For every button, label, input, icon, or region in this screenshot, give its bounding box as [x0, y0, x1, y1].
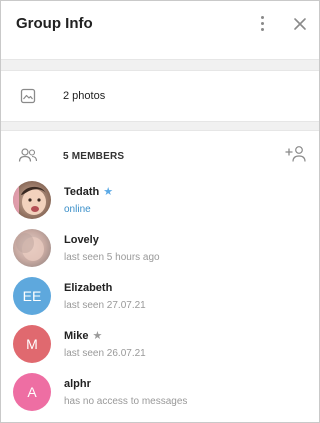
section-divider	[1, 121, 319, 131]
member-item[interactable]: Lovely last seen 5 hours ago	[1, 225, 319, 273]
star-icon: ★	[92, 330, 103, 342]
member-item[interactable]: A alphr has no access to messages	[1, 369, 319, 417]
member-name: Elizabeth	[64, 282, 112, 294]
member-name: Mike ★	[64, 330, 102, 342]
member-name-text: Lovely	[64, 234, 99, 246]
member-item[interactable]: Tedath ★ online	[1, 177, 319, 225]
member-item[interactable]: EE Elizabeth last seen 27.07.21	[1, 273, 319, 321]
member-name-text: Elizabeth	[64, 282, 113, 294]
photo-icon	[20, 88, 36, 104]
close-icon	[294, 18, 306, 30]
member-item[interactable]: M Mike ★ last seen 26.07.21	[1, 321, 319, 369]
avatar-initials: M	[26, 336, 38, 352]
member-status: last seen 26.07.21	[64, 348, 146, 359]
more-dot-icon	[261, 22, 264, 25]
group-info-panel: Group Info 2 photos 5 MEMBERS Tedath ★ o…	[0, 0, 320, 423]
more-options-button[interactable]	[256, 14, 270, 34]
member-status: last seen 5 hours ago	[64, 252, 160, 263]
photos-count-label: 2 photos	[63, 90, 106, 102]
avatar: A	[13, 373, 51, 411]
avatar-photo-icon	[13, 229, 51, 267]
member-status: last seen 27.07.21	[64, 300, 146, 311]
star-icon: ★	[103, 186, 114, 198]
member-name-text: Mike	[64, 330, 89, 342]
more-dot-icon	[261, 28, 264, 31]
member-name-text: Tedath	[64, 186, 100, 198]
page-title: Group Info	[16, 15, 93, 32]
member-name: alphr	[64, 378, 91, 390]
member-status: online	[64, 204, 91, 215]
avatar: M	[13, 325, 51, 363]
avatar-initials: EE	[22, 288, 42, 304]
avatar-photo-icon	[13, 181, 51, 219]
shared-photos-row[interactable]: 2 photos	[1, 71, 319, 121]
avatar-initials: A	[27, 384, 37, 400]
member-status: has no access to messages	[64, 396, 188, 407]
member-name-text: alphr	[64, 378, 91, 390]
more-dot-icon	[261, 16, 264, 19]
add-member-button[interactable]	[285, 145, 307, 163]
members-icon	[18, 148, 38, 162]
close-button[interactable]	[292, 16, 308, 32]
add-user-icon	[285, 146, 306, 162]
members-count-label: 5 MEMBERS	[63, 151, 125, 162]
avatar	[13, 229, 51, 267]
member-name: Tedath ★	[64, 186, 113, 198]
avatar: EE	[13, 277, 51, 315]
avatar	[13, 181, 51, 219]
member-name: Lovely	[64, 234, 99, 246]
section-divider	[1, 59, 319, 71]
panel-header: Group Info	[1, 1, 319, 47]
members-header: 5 MEMBERS	[1, 139, 319, 173]
